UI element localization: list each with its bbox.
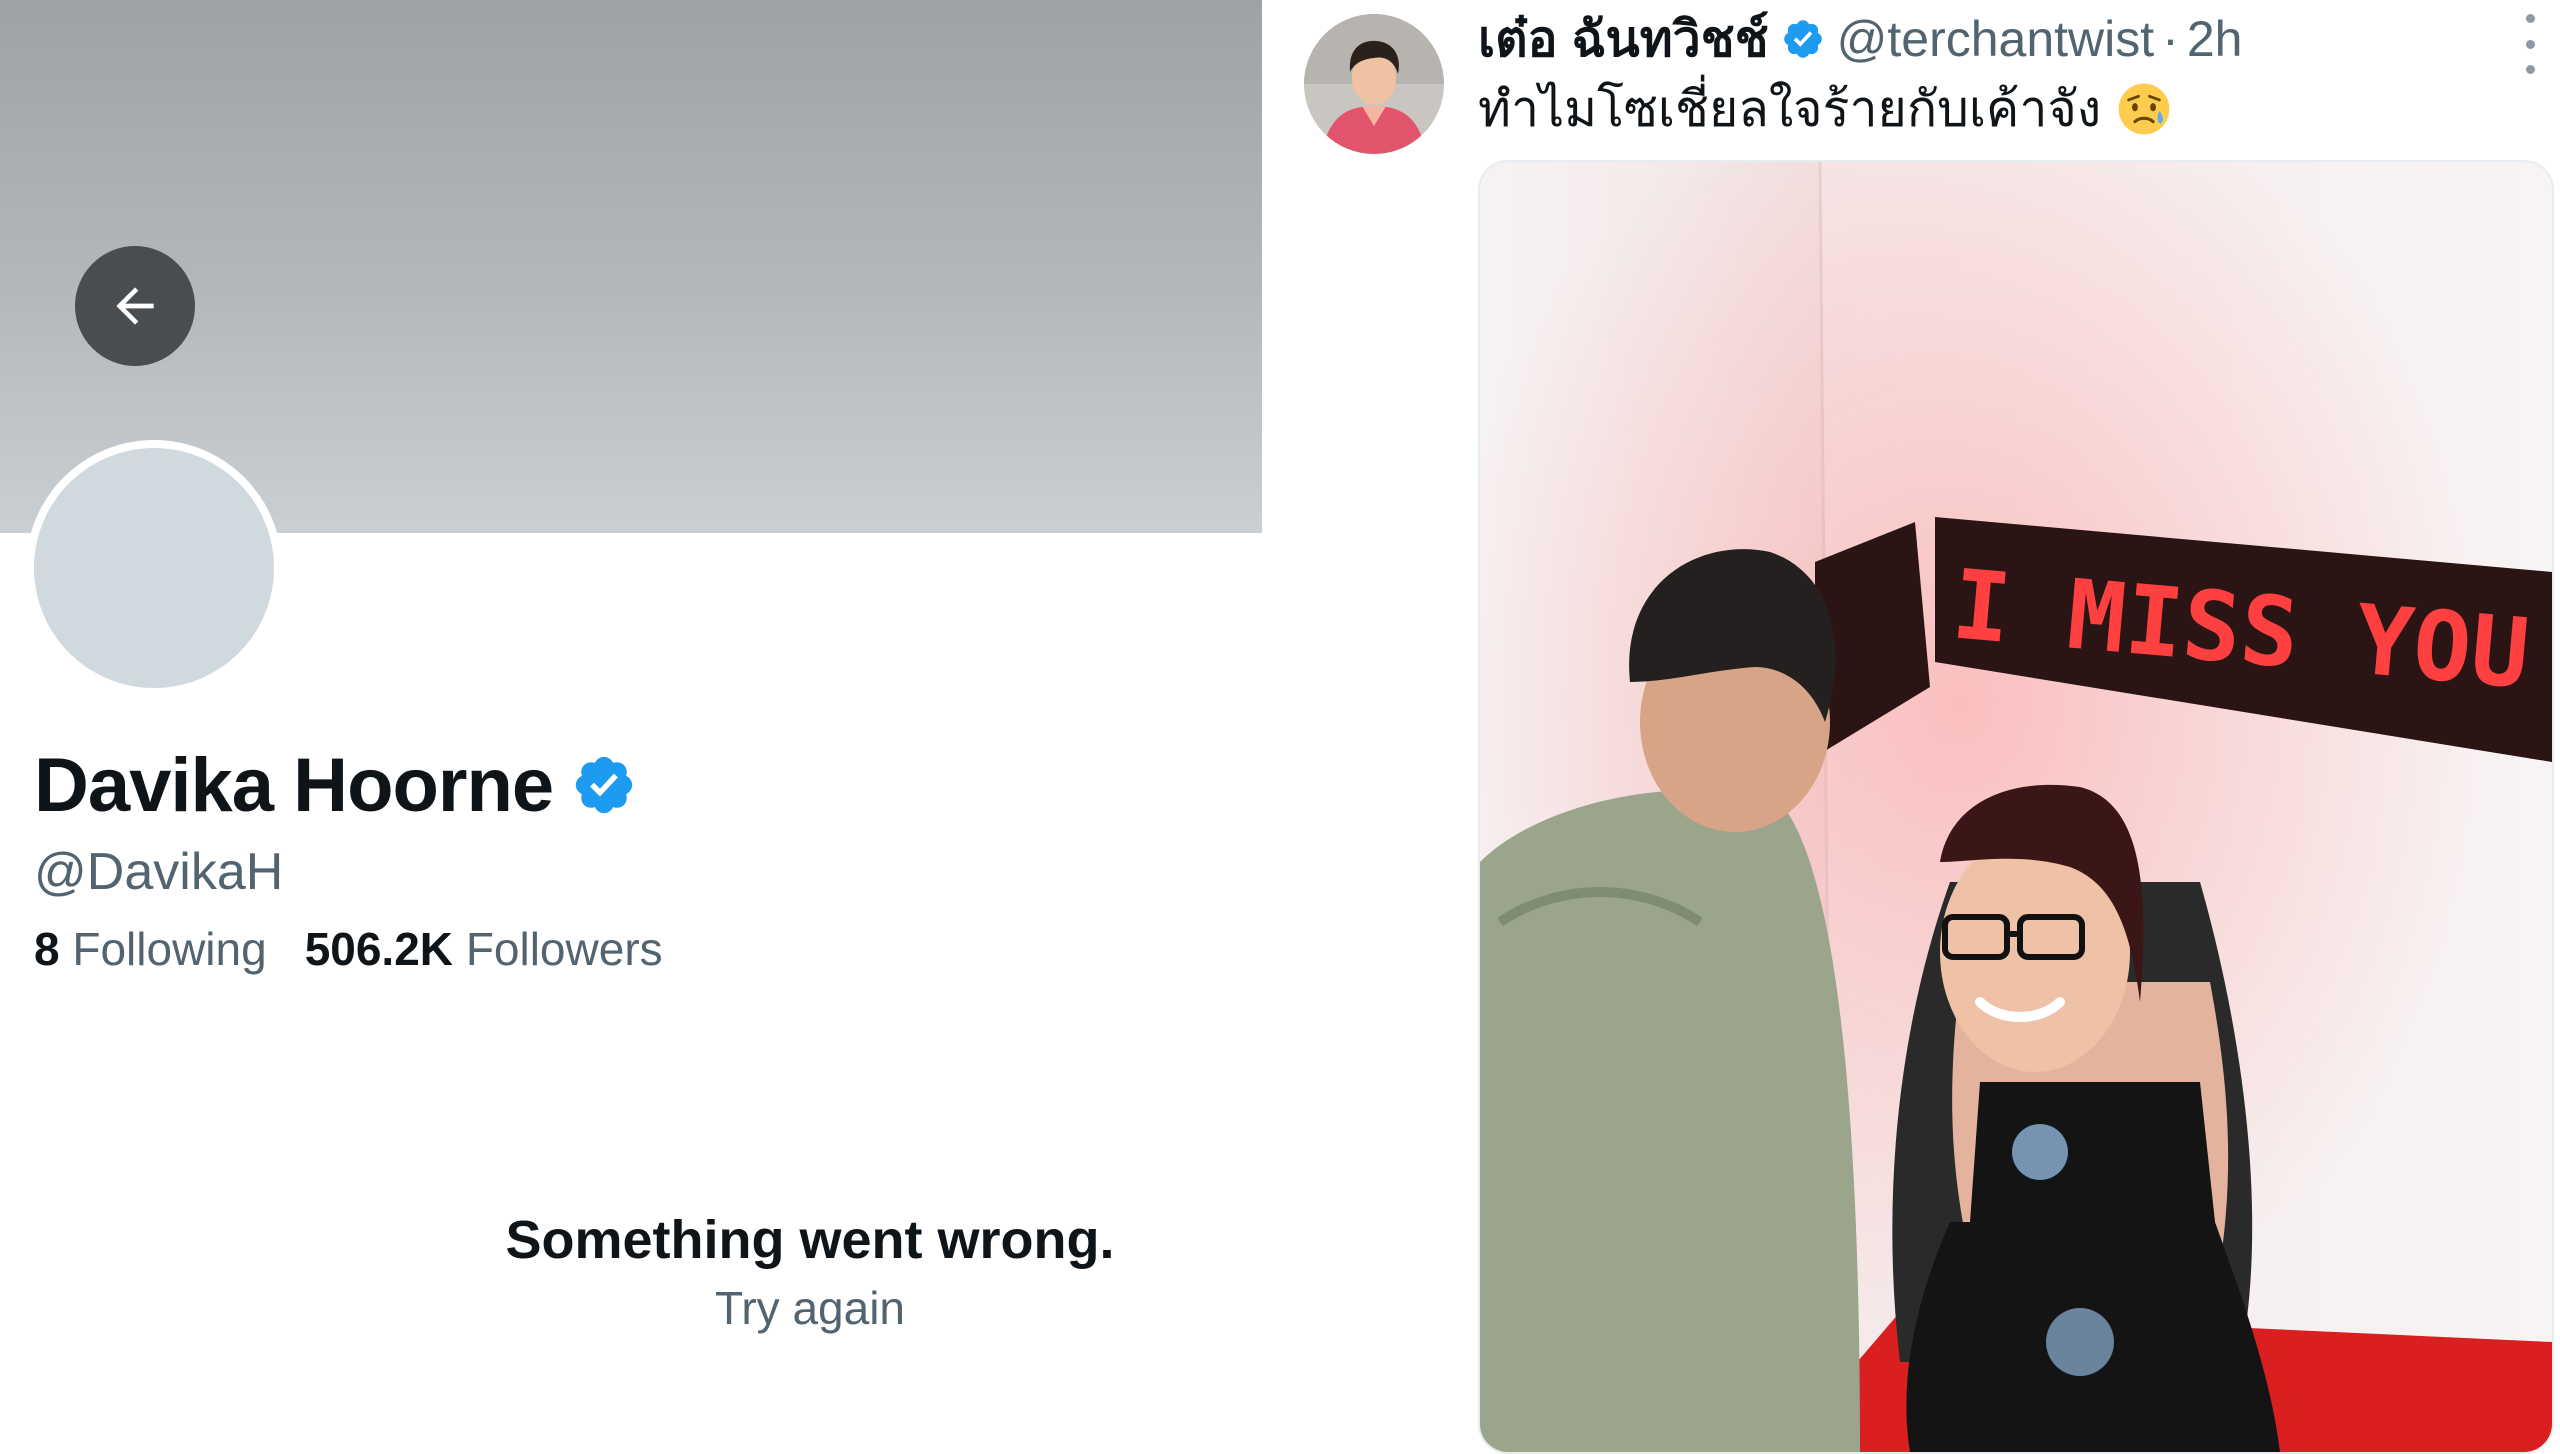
tweet-panel: เต๋อ ฉันทวิชช์ @terchantwist · 2h ทำไมโซ…	[1262, 0, 2560, 1454]
sad-relieved-face-icon	[2118, 83, 2170, 135]
more-vertical-icon	[2525, 14, 2535, 23]
tweet-body: ทำไมโซเชี่ยลใจร้ายกับเค้าจัง	[1478, 80, 2102, 137]
arrow-left-icon	[116, 287, 154, 325]
profile-avatar[interactable]	[26, 440, 282, 696]
following-link[interactable]: 8 Following	[34, 922, 267, 976]
following-label: Following	[72, 923, 267, 975]
tweet-author-name[interactable]: เต๋อ ฉันทวิชช์	[1478, 0, 1769, 79]
more-options-button[interactable]	[2510, 14, 2550, 74]
tweet-separator: ·	[2162, 11, 2179, 67]
tweet-header: เต๋อ ฉันทวิชช์ @terchantwist · 2h	[1478, 4, 2242, 74]
profile-stats: 8 Following 506.2K Followers	[34, 922, 663, 976]
followers-link[interactable]: 506.2K Followers	[305, 922, 663, 976]
followers-label: Followers	[465, 923, 663, 975]
tweet-timestamp[interactable]: 2h	[2187, 10, 2243, 68]
author-photo	[1304, 14, 1444, 154]
verified-badge-icon[interactable]	[1781, 17, 1825, 61]
tweet-text: ทำไมโซเชี่ยลใจร้ายกับเค้าจัง	[1478, 76, 2173, 142]
tweet-author-handle[interactable]: @terchantwist	[1837, 10, 2155, 68]
followers-count: 506.2K	[304, 923, 454, 975]
tweet-photo: I MISS YOU I M	[1480, 162, 2552, 1452]
following-count: 8	[34, 923, 60, 975]
back-button[interactable]	[75, 246, 195, 366]
tweet-author-avatar[interactable]	[1304, 14, 1444, 154]
profile-handle: @DavikaH	[34, 843, 284, 901]
profile-panel: Davika Hoorne @DavikaH 8 Following 506.2…	[0, 0, 1262, 1440]
avatar-placeholder	[34, 448, 274, 688]
profile-display-name: Davika Hoorne	[34, 742, 554, 828]
tweet-media-photo[interactable]: I MISS YOU I M	[1478, 160, 2554, 1454]
profile-name-row: Davika Hoorne	[34, 735, 637, 835]
verified-badge-icon[interactable]	[571, 752, 637, 818]
